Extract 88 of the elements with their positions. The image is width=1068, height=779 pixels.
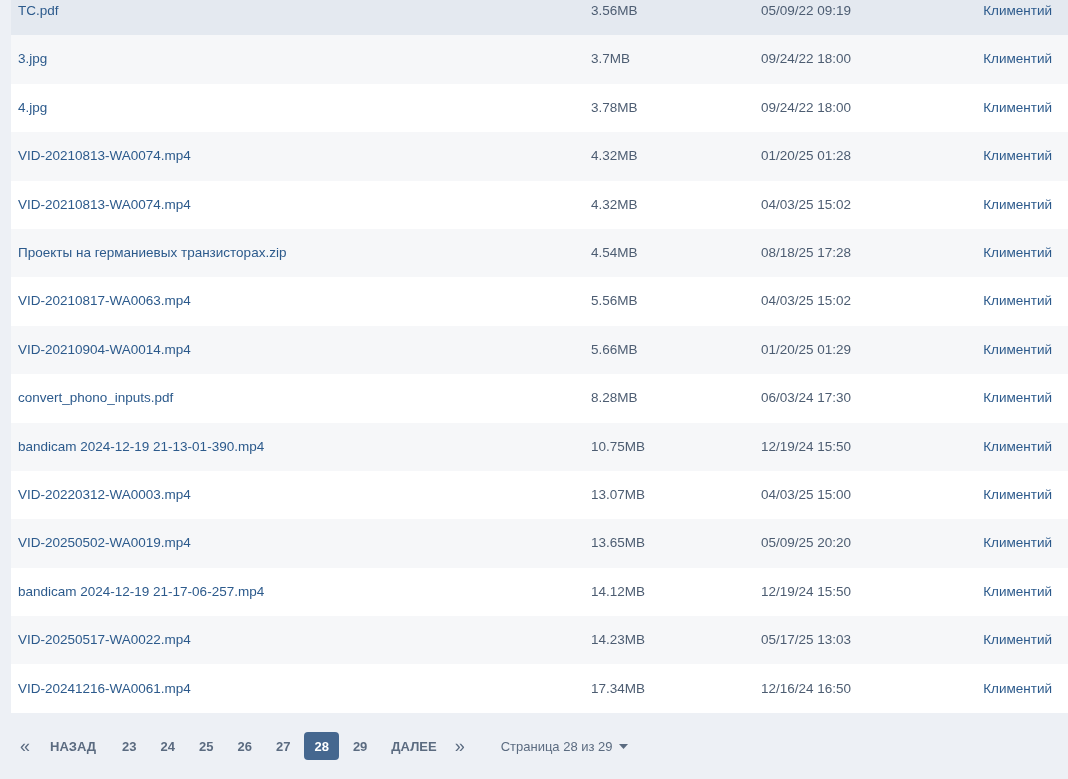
file-size: 5.66MB: [591, 340, 639, 359]
owner-link[interactable]: Климентий: [983, 97, 1052, 119]
page-button[interactable]: 24: [150, 732, 185, 761]
file-size: 4.32MB: [591, 147, 639, 166]
dropdown-caret-icon: [618, 743, 628, 749]
file-name-link[interactable]: bandicam 2024-12-19 21-17-06-257.mp4: [11, 581, 591, 602]
file-date: 05/09/22 09:19: [761, 2, 853, 21]
file-date: 05/17/25 13:03: [761, 631, 853, 650]
owner-link[interactable]: Климентий: [983, 484, 1052, 506]
previous-page-button[interactable]: НАЗАД: [36, 736, 111, 757]
page-button[interactable]: 23: [112, 732, 147, 761]
owner-link[interactable]: Климентий: [983, 388, 1052, 409]
file-name-link[interactable]: VID-20210817-WA0063.mp4: [11, 291, 591, 312]
file-date: 01/20/25 01:28: [761, 147, 853, 166]
page-button[interactable]: 28: [304, 732, 339, 761]
file-row[interactable]: VID-20210904-WA0014.mp4 5.66MB 01/20/25 01:29 Климентий: [11, 325, 1068, 375]
file-date: 12/19/24 15:50: [761, 437, 853, 456]
file-row[interactable]: 3.jpg 3.7MB 09/24/22 18:00 Климентий: [11, 35, 1068, 84]
file-date: 04/03/25 15:00: [761, 485, 853, 504]
owner-link[interactable]: Климентий: [983, 146, 1052, 167]
file-date: 09/24/22 18:00: [761, 98, 853, 117]
file-date: 05/09/25 20:20: [761, 534, 853, 553]
file-size: 3.7MB: [591, 50, 632, 69]
owner-link[interactable]: Климентий: [983, 339, 1052, 361]
file-date: 04/03/25 15:02: [761, 292, 853, 311]
page-button[interactable]: 26: [227, 732, 262, 761]
next-page-button[interactable]: ДАЛЕЕ: [379, 736, 449, 757]
file-row[interactable]: 4.jpg 3.78MB 09/24/22 18:00 Климентий: [11, 83, 1068, 133]
file-size: 17.34MB: [591, 679, 647, 698]
file-name-link[interactable]: 4.jpg: [11, 97, 591, 119]
owner-link[interactable]: Климентий: [983, 436, 1052, 457]
file-size: 13.65MB: [591, 534, 647, 553]
owner-link[interactable]: Климентий: [983, 194, 1052, 215]
file-row[interactable]: VID-20250502-WA0019.mp4 13.65MB 05/09/25 20:20 Климентий: [11, 519, 1068, 568]
file-date: 12/19/24 15:50: [761, 582, 853, 601]
file-row[interactable]: VID-20250517-WA0022.mp4 14.23MB 05/17/25 13:03 Климентий: [11, 616, 1068, 665]
file-date: 04/03/25 15:02: [761, 195, 853, 214]
file-name-link[interactable]: VID-20250502-WA0019.mp4: [11, 533, 591, 554]
file-row[interactable]: TC.pdf 3.56MB 05/09/22 09:19 Климентий: [11, 0, 1068, 36]
file-name-link[interactable]: Проекты на германиевых транзисторах.zip: [11, 243, 591, 264]
file-name-link[interactable]: TC.pdf: [11, 1, 591, 22]
file-name-link[interactable]: bandicam 2024-12-19 21-13-01-390.mp4: [11, 436, 591, 457]
owner-link[interactable]: Климентий: [983, 1, 1052, 22]
owner-link[interactable]: Климентий: [983, 49, 1052, 70]
owner-link[interactable]: Климентий: [983, 243, 1052, 264]
file-size: 4.32MB: [591, 195, 639, 214]
file-date: 12/16/24 16:50: [761, 679, 853, 698]
file-row[interactable]: bandicam 2024-12-19 21-17-06-257.mp4 14.12MB 12/19/24 15:50 Климентий: [11, 567, 1068, 617]
page-select[interactable]: Страница 28 из 29: [500, 736, 628, 757]
file-size: 5.56MB: [591, 292, 639, 311]
owner-link[interactable]: Климентий: [983, 291, 1052, 312]
file-row[interactable]: VID-20220312-WA0003.mp4 13.07MB 04/03/25 15:00 Климентий: [11, 470, 1068, 520]
file-name-link[interactable]: VID-20220312-WA0003.mp4: [11, 484, 591, 506]
file-row[interactable]: Проекты на германиевых транзисторах.zip 4.54MB 08/18/25 17:28 Климентий: [11, 228, 1068, 278]
file-date: 01/20/25 01:29: [761, 340, 853, 359]
file-size: 3.78MB: [591, 98, 639, 117]
owner-link[interactable]: Климентий: [983, 581, 1052, 602]
file-size: 8.28MB: [591, 389, 639, 408]
file-row[interactable]: VID-20210813-WA0074.mp4 4.32MB 04/03/25 15:02 Климентий: [11, 180, 1068, 229]
file-row[interactable]: bandicam 2024-12-19 21-13-01-390.mp4 10.75MB 12/19/24 15:50 Климентий: [11, 422, 1068, 471]
file-name-link[interactable]: 3.jpg: [11, 49, 591, 70]
owner-link[interactable]: Климентий: [983, 678, 1052, 699]
file-row[interactable]: convert_phono_inputs.pdf 8.28MB 06/03/24 17:30 Климентий: [11, 374, 1068, 423]
page-button[interactable]: 27: [265, 732, 301, 761]
file-row[interactable]: VID-20241216-WA0061.mp4 17.34MB 12/16/24 16:50 Климентий: [11, 664, 1068, 713]
file-name-link[interactable]: VID-20210813-WA0074.mp4: [11, 146, 591, 167]
owner-link[interactable]: Климентий: [983, 630, 1052, 651]
file-name-link[interactable]: VID-20250517-WA0022.mp4: [11, 630, 591, 651]
page-button[interactable]: 29: [342, 732, 378, 761]
file-size: 14.12MB: [591, 582, 647, 601]
file-date: 08/18/25 17:28: [761, 244, 853, 262]
last-page-button[interactable]: »: [448, 737, 471, 756]
file-size: 14.23MB: [591, 631, 647, 650]
file-size: 4.54MB: [591, 244, 639, 262]
file-date: 09/24/22 18:00: [761, 50, 853, 69]
file-size: 13.07MB: [591, 485, 647, 504]
owner-link[interactable]: Климентий: [983, 533, 1052, 554]
file-name-link[interactable]: VID-20210904-WA0014.mp4: [11, 339, 591, 361]
first-page-button[interactable]: «: [14, 737, 36, 756]
file-date: 06/03/24 17:30: [761, 389, 853, 408]
file-size: 3.56MB: [591, 2, 639, 21]
file-name-link[interactable]: VID-20210813-WA0074.mp4: [11, 194, 591, 215]
file-row[interactable]: VID-20210817-WA0063.mp4 5.56MB 04/03/25 15:02 Климентий: [11, 277, 1068, 326]
page-button[interactable]: 25: [189, 732, 224, 761]
file-row[interactable]: VID-20210813-WA0074.mp4 4.32MB 01/20/25 01:28 Климентий: [11, 132, 1068, 181]
file-size: 10.75MB: [591, 437, 647, 456]
file-name-link[interactable]: convert_phono_inputs.pdf: [11, 388, 591, 409]
file-name-link[interactable]: VID-20241216-WA0061.mp4: [11, 678, 591, 699]
